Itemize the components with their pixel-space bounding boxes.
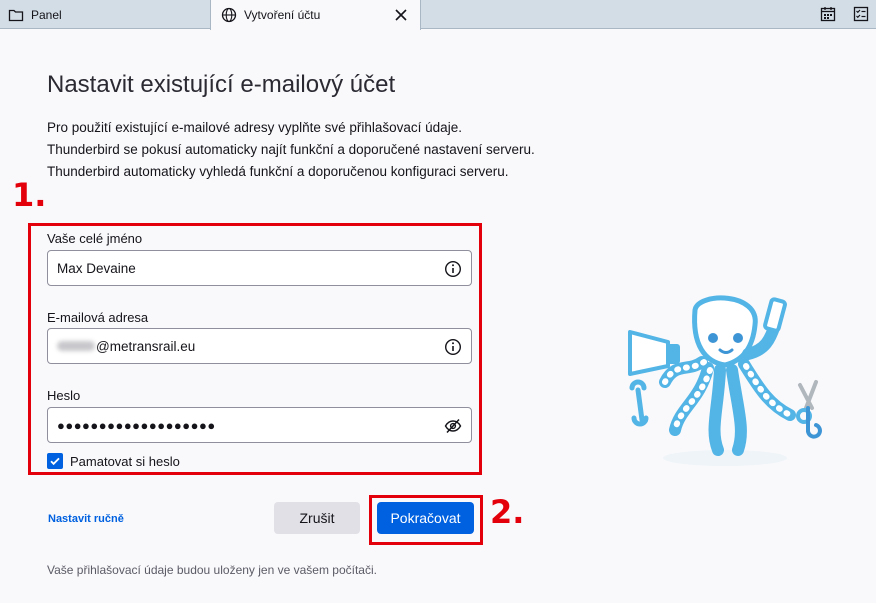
manual-setup-link[interactable]: Nastavit ručně (48, 513, 124, 525)
page-title: Nastavit existující e-mailový účet (47, 71, 396, 98)
footer-note: Vaše přihlašovací údaje budou uloženy je… (47, 563, 377, 577)
redacted-text (57, 341, 95, 351)
tab-panel[interactable]: Panel (0, 0, 210, 29)
description-line: Thunderbird se pokusí automaticky najít … (47, 142, 535, 157)
description-line: Thunderbird automaticky vyhledá funkční … (47, 164, 509, 179)
tab-label: Panel (31, 7, 62, 22)
calendar-icon[interactable] (820, 6, 836, 22)
name-value: Max Devaine (57, 260, 136, 276)
email-value: @metransrail.eu (96, 338, 196, 354)
page-description: Pro použití existující e-mailové adresy … (47, 117, 535, 183)
email-label: E-mailová adresa (47, 310, 149, 325)
tasks-icon[interactable] (853, 6, 869, 22)
info-icon[interactable] (444, 338, 462, 356)
annotation-step-2: 2. (490, 493, 525, 531)
eye-slash-icon[interactable] (444, 417, 462, 435)
tab-bar: Panel Vytvoření účtu (0, 0, 876, 30)
password-value: ●●●●●●●●●●●●●●●●●●● (57, 417, 216, 433)
password-label: Heslo (47, 388, 81, 403)
globe-icon (221, 7, 237, 23)
folder-icon (8, 7, 24, 23)
remember-password-row[interactable]: Pamatovat si heslo (47, 453, 180, 469)
name-field[interactable]: Max Devaine (47, 250, 472, 286)
tab-label: Vytvoření účtu (244, 8, 321, 22)
info-icon[interactable] (444, 260, 462, 278)
remember-password-label: Pamatovat si heslo (70, 453, 180, 469)
description-line: Pro použití existující e-mailové adresy … (47, 120, 462, 135)
close-icon[interactable] (394, 8, 408, 22)
annotation-step-1: 1. (12, 176, 47, 214)
name-label: Vaše celé jméno (47, 231, 143, 246)
remember-password-checkbox[interactable] (47, 453, 63, 469)
password-field[interactable]: ●●●●●●●●●●●●●●●●●●● (47, 407, 472, 443)
octopus-mascot-illustration (628, 295, 822, 466)
tab-account-setup[interactable]: Vytvoření účtu (210, 0, 421, 30)
continue-button[interactable]: Pokračovat (377, 502, 474, 534)
cancel-button[interactable]: Zrušit (274, 502, 360, 534)
email-field[interactable]: @metransrail.eu (47, 328, 472, 364)
